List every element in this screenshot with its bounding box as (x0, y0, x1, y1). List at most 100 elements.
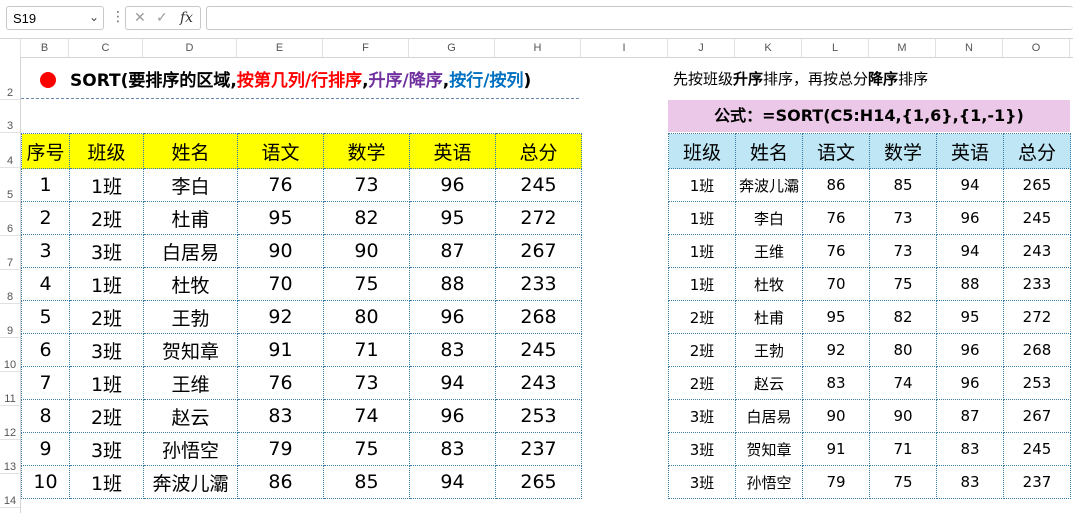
table-cell[interactable]: 3班 (69, 333, 144, 367)
table-cell[interactable]: 9 (21, 432, 70, 466)
table-cell[interactable]: 95 (802, 300, 870, 334)
table-cell[interactable]: 83 (936, 465, 1004, 499)
table-cell[interactable]: 3班 (69, 432, 144, 466)
table-cell[interactable]: 2班 (69, 201, 144, 235)
table-cell[interactable]: 245 (1003, 432, 1071, 466)
table-cell[interactable]: 70 (802, 267, 870, 301)
column-header-cell[interactable]: 数学 (323, 133, 410, 169)
table-cell[interactable]: 268 (495, 300, 582, 334)
table-cell[interactable]: 贺知章 (735, 432, 803, 466)
table-cell[interactable]: 80 (869, 333, 937, 367)
table-cell[interactable]: 1班 (668, 201, 736, 235)
row-header[interactable]: 3 (0, 100, 20, 133)
column-header[interactable]: K (735, 39, 802, 57)
formula-input[interactable] (206, 6, 1073, 30)
table-cell[interactable]: 265 (495, 465, 582, 499)
table-cell[interactable]: 2班 (668, 300, 736, 334)
table-cell[interactable]: 奔波儿灞 (143, 465, 238, 499)
row-header[interactable]: 14 (0, 474, 20, 508)
table-cell[interactable]: 75 (323, 432, 410, 466)
table-cell[interactable]: 83 (936, 432, 1004, 466)
table-cell[interactable]: 267 (1003, 399, 1071, 433)
table-cell[interactable]: 7 (21, 366, 70, 400)
table-cell[interactable]: 272 (495, 201, 582, 235)
table-cell[interactable]: 3 (21, 234, 70, 268)
table-cell[interactable]: 233 (495, 267, 582, 301)
table-cell[interactable]: 95 (936, 300, 1004, 334)
table-cell[interactable]: 268 (1003, 333, 1071, 367)
table-cell[interactable]: 73 (869, 201, 937, 235)
table-cell[interactable]: 96 (409, 399, 496, 433)
table-cell[interactable]: 1班 (668, 234, 736, 268)
table-cell[interactable]: 272 (1003, 300, 1071, 334)
table-cell[interactable]: 83 (409, 333, 496, 367)
table-cell[interactable]: 86 (237, 465, 324, 499)
table-cell[interactable]: 79 (237, 432, 324, 466)
table-cell[interactable]: 2班 (69, 399, 144, 433)
column-header[interactable]: E (237, 39, 323, 57)
table-cell[interactable]: 白居易 (735, 399, 803, 433)
table-cell[interactable]: 6 (21, 333, 70, 367)
select-all-corner[interactable] (0, 39, 21, 57)
table-cell[interactable]: 3班 (668, 432, 736, 466)
column-header[interactable]: J (668, 39, 735, 57)
table-cell[interactable]: 3班 (668, 465, 736, 499)
table-cell[interactable]: 王维 (143, 366, 238, 400)
table-cell[interactable]: 92 (237, 300, 324, 334)
column-header-cell[interactable]: 语文 (237, 133, 324, 169)
table-cell[interactable]: 白居易 (143, 234, 238, 268)
table-cell[interactable]: 90 (802, 399, 870, 433)
table-cell[interactable]: 74 (323, 399, 410, 433)
column-header[interactable]: C (69, 39, 143, 57)
table-cell[interactable]: 70 (237, 267, 324, 301)
table-cell[interactable]: 85 (869, 168, 937, 202)
table-cell[interactable]: 1班 (668, 267, 736, 301)
table-cell[interactable]: 265 (1003, 168, 1071, 202)
table-cell[interactable]: 96 (936, 201, 1004, 235)
column-header[interactable]: N (936, 39, 1003, 57)
table-cell[interactable]: 杜牧 (143, 267, 238, 301)
table-cell[interactable]: 91 (237, 333, 324, 367)
table-cell[interactable]: 76 (237, 168, 324, 202)
column-header-cell[interactable]: 班级 (668, 133, 736, 169)
column-header[interactable]: H (495, 39, 581, 57)
column-header-cell[interactable]: 英语 (936, 133, 1004, 169)
table-cell[interactable]: 10 (21, 465, 70, 499)
row-header[interactable]: 8 (0, 270, 20, 304)
table-cell[interactable]: 245 (495, 168, 582, 202)
table-cell[interactable]: 94 (409, 465, 496, 499)
table-cell[interactable]: 96 (936, 333, 1004, 367)
table-cell[interactable]: 85 (323, 465, 410, 499)
formula-label[interactable]: 公式：=SORT(C5:H14,{1,6},{1,-1}) (668, 100, 1070, 132)
table-cell[interactable]: 96 (936, 366, 1004, 400)
table-cell[interactable]: 1班 (69, 168, 144, 202)
column-header-cell[interactable]: 语文 (802, 133, 870, 169)
table-cell[interactable]: 91 (802, 432, 870, 466)
table-cell[interactable]: 76 (802, 201, 870, 235)
table-cell[interactable]: 76 (237, 366, 324, 400)
table-cell[interactable]: 2班 (668, 333, 736, 367)
table-cell[interactable]: 2班 (668, 366, 736, 400)
table-cell[interactable]: 83 (802, 366, 870, 400)
column-header[interactable]: M (869, 39, 936, 57)
table-cell[interactable]: 李白 (143, 168, 238, 202)
table-cell[interactable]: 243 (495, 366, 582, 400)
table-cell[interactable]: 1班 (69, 465, 144, 499)
chevron-down-icon[interactable]: ⌄ (89, 10, 99, 24)
table-cell[interactable]: 253 (495, 399, 582, 433)
insert-function-icon[interactable]: fx (180, 10, 193, 26)
column-header-cell[interactable]: 姓名 (735, 133, 803, 169)
table-cell[interactable]: 86 (802, 168, 870, 202)
table-cell[interactable]: 71 (323, 333, 410, 367)
table-cell[interactable]: 237 (1003, 465, 1071, 499)
table-cell[interactable]: 90 (869, 399, 937, 433)
table-cell[interactable]: 75 (869, 465, 937, 499)
table-cell[interactable]: 1班 (69, 267, 144, 301)
column-header-cell[interactable]: 数学 (869, 133, 937, 169)
row-header[interactable]: 4 (0, 133, 20, 168)
table-cell[interactable]: 95 (409, 201, 496, 235)
row-header[interactable]: 13 (0, 440, 20, 474)
column-header[interactable]: D (143, 39, 237, 57)
column-header[interactable]: L (802, 39, 869, 57)
column-header[interactable]: O (1003, 39, 1070, 57)
